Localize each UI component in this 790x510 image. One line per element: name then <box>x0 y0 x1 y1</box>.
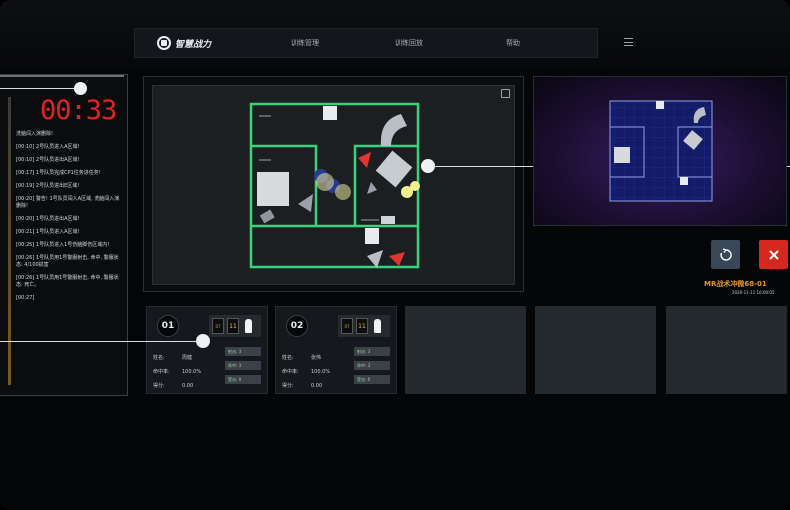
nav-item-help[interactable]: 帮助 <box>461 38 565 48</box>
event-log-list[interactable]: 洗脑闯入演删除! [00:10] 2号队员进入A区域! [00:10] 2号队员… <box>16 131 124 308</box>
obstacle-large-block <box>257 172 289 206</box>
log-entry: [00:26] 1号队员用1号警服射击, 命中, 警服状态: 4/100损害 <box>16 255 119 268</box>
shots-pill: 射击: 3 <box>354 347 390 356</box>
shots-pill: 射击: 3 <box>225 347 261 356</box>
reset-icon <box>719 247 732 261</box>
hostile-marker <box>358 152 371 168</box>
magazine-indicator: 07 <box>212 318 224 334</box>
mission-date: 2020-11-11 16:00:05 <box>732 290 775 295</box>
log-entry: [00:19] 2号队员进出E区域! <box>16 183 80 189</box>
player-glow <box>316 173 334 191</box>
event-log-panel: 00:33 洗脑闯入演删除! [00:10] 2号队员进入A区域! [00:10… <box>0 74 128 396</box>
target-marker <box>367 250 383 268</box>
overview-obstacle <box>680 177 688 185</box>
countdown-timer: 00:33 <box>40 95 117 126</box>
stat-labels: 姓名: 命中率: 得分: <box>282 351 299 393</box>
log-entry: [00:25] 1号队员进入1号伤脑脚伤区域内! <box>16 242 110 248</box>
hit-rate: 100.0% <box>311 369 331 375</box>
log-entry: 洗脑闯入演删除! <box>16 131 54 137</box>
hostile-marker <box>389 252 405 266</box>
target-marker <box>367 182 377 194</box>
player-card-01[interactable]: 01 07 11 姓名: 命中率: 得分: 周健 100.0% 0.00 射击:… <box>146 306 268 394</box>
log-entry: [00:20] 警告! 1号队员闯入A区域, 洗脑闯入演删除! <box>16 196 120 209</box>
canister-icon <box>374 319 381 333</box>
stat-label: 得分: <box>282 383 294 389</box>
callout-dot-cards <box>196 334 210 348</box>
score: 0.00 <box>311 383 323 389</box>
overview-camera-panel[interactable] <box>533 76 787 226</box>
target-marker <box>298 194 313 212</box>
ammo-count: 11 <box>227 318 239 334</box>
obstacle-small <box>259 209 275 224</box>
obstacle-curve <box>380 114 407 146</box>
player-card-02[interactable]: 02 07 11 姓名: 命中率: 得分: 张伟 100.0% 0.00 射击:… <box>275 306 397 394</box>
overview-obstacle <box>656 101 664 109</box>
player-number: 01 <box>157 315 179 337</box>
stat-label: 姓名: <box>153 355 165 361</box>
floor-plan-view[interactable] <box>152 85 515 285</box>
logo-icon <box>157 36 171 50</box>
damage-pill: 受击: 0 <box>354 375 390 384</box>
score: 0.00 <box>182 383 194 389</box>
stat-labels: 姓名: 命中率: 得分: <box>153 351 170 393</box>
log-entry: [00:20] 1号队员进出A区域! <box>16 216 80 222</box>
player-glow <box>335 184 351 200</box>
hits-pill: 命中: 3 <box>225 361 261 370</box>
empty-player-slot <box>405 306 526 394</box>
log-entry: [00:17] 1号队员完成CP1住务进任务! <box>16 170 101 176</box>
brand-name: 智慧战力 <box>175 39 212 50</box>
log-entry: [00:10] 2号队员进入A区域! <box>16 144 80 150</box>
callout-dot-log <box>74 82 87 95</box>
player-equipment: 07 11 <box>209 315 261 337</box>
expand-icon[interactable] <box>501 89 510 98</box>
empty-player-slot <box>666 306 787 394</box>
log-entry: [00:27] <box>16 295 35 301</box>
reset-button[interactable] <box>711 240 740 269</box>
player-name: 周健 <box>182 355 193 361</box>
stat-values: 张伟 100.0% 0.00 <box>311 351 330 393</box>
main-nav: 智慧战力 训练管理 训练回放 帮助 <box>134 28 598 58</box>
obstacle-small <box>381 216 395 224</box>
obstacle-block <box>365 228 379 244</box>
app-frame: 智慧战力 训练管理 训练回放 帮助 00:33 洗脑闯入演删除! [00:10]… <box>0 0 790 510</box>
player-position <box>410 181 420 191</box>
hits-pill: 命中: 3 <box>354 361 390 370</box>
stat-label: 命中率: <box>153 369 170 375</box>
player-equipment: 07 11 <box>338 315 390 337</box>
log-entry: [00:10] 2号队员进出A区域! <box>16 157 80 163</box>
canister-icon <box>245 319 252 333</box>
hit-rate: 100.0% <box>182 369 202 375</box>
close-icon <box>768 249 779 260</box>
menu-icon[interactable] <box>624 38 633 46</box>
callout-dot-map <box>421 159 435 173</box>
callout-line-log <box>0 88 80 89</box>
log-entry: [00:21] 1号队员进入A区域! <box>16 229 80 235</box>
stat-values: 周健 100.0% 0.00 <box>182 351 201 393</box>
mission-name: MR战术冲微68-01 <box>704 280 767 288</box>
obstacle-rotated-block <box>375 150 413 188</box>
empty-player-slot <box>535 306 656 394</box>
stat-label: 命中率: <box>282 369 299 375</box>
ammo-count: 11 <box>356 318 368 334</box>
panel-top-edge <box>0 75 124 80</box>
floor-plan-map <box>249 102 420 269</box>
log-entry: [00:26] 1号队员用1号警服射击, 命中, 警服状态: 死亡。 <box>16 275 119 288</box>
floor-plan-panel <box>143 76 524 292</box>
brand-logo[interactable]: 智慧战力 <box>157 36 253 50</box>
player-name: 张伟 <box>311 355 322 361</box>
player-number: 02 <box>286 315 308 337</box>
close-button[interactable] <box>759 240 788 269</box>
callout-line-cards <box>0 341 200 342</box>
obstacle-block <box>323 106 337 120</box>
magazine-indicator: 07 <box>341 318 353 334</box>
stat-label: 姓名: <box>282 355 294 361</box>
nav-item-training-management[interactable]: 训练管理 <box>253 38 357 48</box>
overview-obstacle <box>614 147 630 163</box>
damage-pill: 受击: 0 <box>225 375 261 384</box>
stat-label: 得分: <box>153 383 165 389</box>
nav-item-training-replay[interactable]: 训练回放 <box>357 38 461 48</box>
overview-map <box>609 100 713 202</box>
